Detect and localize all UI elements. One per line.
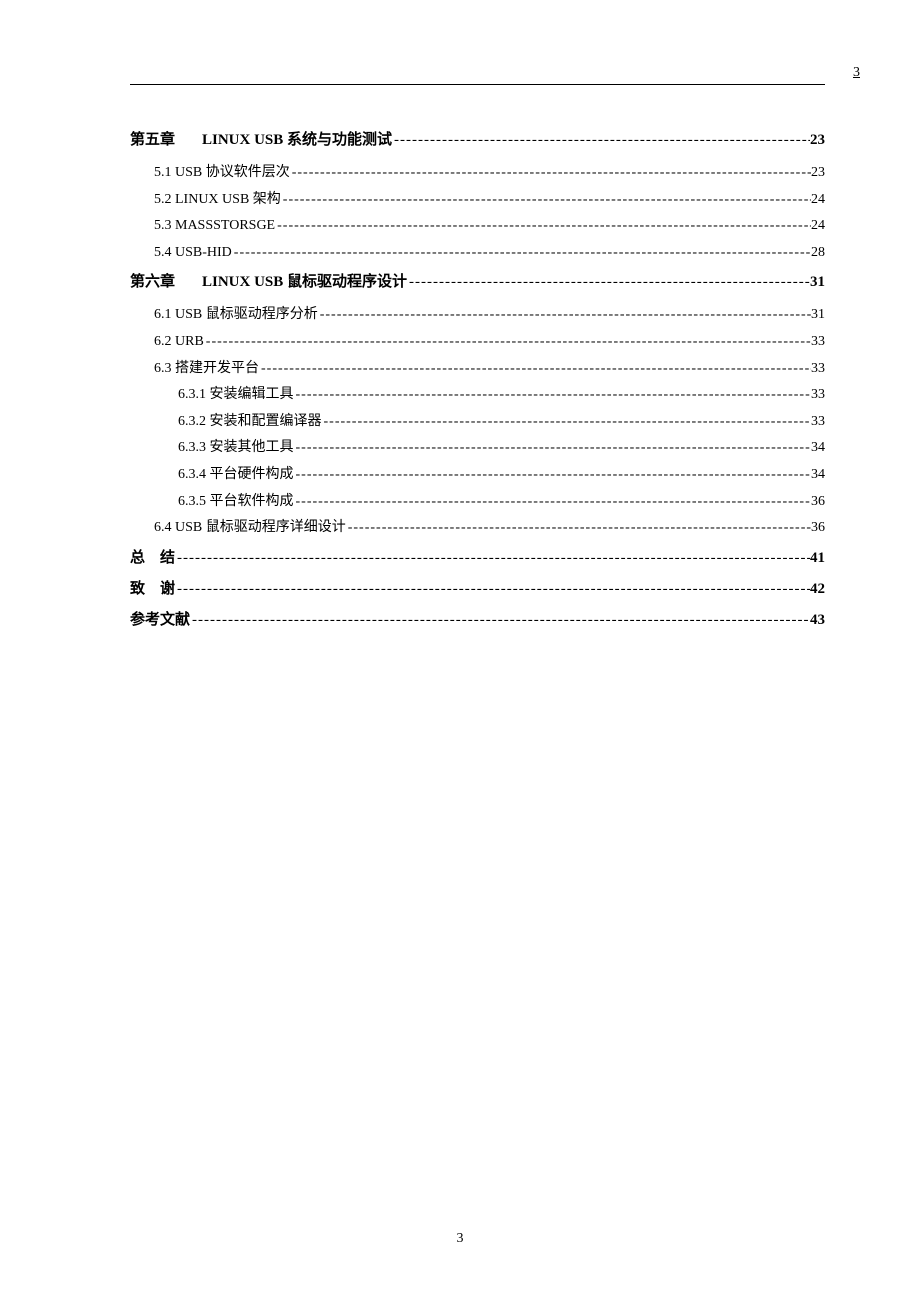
toc-leader-dots: ----------------------------------------… (407, 272, 810, 293)
toc-leader-dots: ----------------------------------------… (259, 359, 811, 379)
toc-entry: 参考文献------------------------------------… (130, 610, 825, 631)
toc-entry-page: 23 (811, 163, 825, 183)
page-number-header: 3 (853, 65, 860, 81)
toc-entry: 6.3.3 安装其他工具----------------------------… (130, 438, 825, 458)
toc-chapter-title: LINUX USB 系统与功能测试 (202, 132, 392, 148)
toc-leader-dots: ----------------------------------------… (204, 332, 811, 352)
toc-entry-page: 24 (811, 190, 825, 210)
toc-entry-page: 31 (811, 305, 825, 325)
toc-entry-label: 6.3.5 平台软件构成 (178, 492, 294, 512)
toc-entry-page: 33 (811, 412, 825, 432)
toc-leader-dots: ----------------------------------------… (175, 548, 810, 569)
toc-entry-page: 36 (811, 492, 825, 512)
page-number-footer: 3 (0, 1231, 920, 1247)
toc-leader-dots: ----------------------------------------… (294, 385, 812, 405)
toc-entry-label: 总 结 (130, 548, 175, 569)
toc-entry: 总 结-------------------------------------… (130, 548, 825, 569)
toc-entry: 5.1 USB 协议软件层次--------------------------… (130, 163, 825, 183)
toc-entry: 致 谢-------------------------------------… (130, 579, 825, 600)
toc-leader-dots: ----------------------------------------… (190, 610, 810, 631)
toc-entry-page: 34 (811, 438, 825, 458)
toc-entry: 6.4 USB 鼠标驱动程序详细设计----------------------… (130, 518, 825, 538)
toc-entry: 6.1 USB 鼠标驱动程序分析------------------------… (130, 305, 825, 325)
toc-entry-page: 33 (811, 332, 825, 352)
toc-entry-label: 第五章LINUX USB 系统与功能测试 (130, 130, 392, 151)
toc-entry-label: 6.4 USB 鼠标驱动程序详细设计 (154, 518, 346, 538)
toc-entry-page: 28 (811, 243, 825, 263)
toc-entry-label: 5.4 USB-HID (154, 243, 232, 263)
toc-entry-page: 43 (810, 610, 825, 631)
toc-chapter-title: LINUX USB 鼠标驱动程序设计 (202, 274, 407, 290)
toc-entry-label: 6.3.2 安装和配置编译器 (178, 412, 322, 432)
toc-entry: 5.3 MASSSTORSGE-------------------------… (130, 216, 825, 236)
toc-leader-dots: ----------------------------------------… (294, 492, 812, 512)
header-rule: 3 (130, 75, 825, 85)
toc-entry-page: 36 (811, 518, 825, 538)
toc-chapter-number: 第五章 (130, 130, 202, 151)
document-page: 3 第五章LINUX USB 系统与功能测试------------------… (0, 0, 920, 1302)
toc-entry: 6.3.1 安装编辑工具----------------------------… (130, 385, 825, 405)
toc-entry-label: 参考文献 (130, 610, 190, 631)
toc-entry-label: 5.3 MASSSTORSGE (154, 216, 275, 236)
toc-entry: 6.3 搭建开发平台------------------------------… (130, 359, 825, 379)
toc-entry-page: 33 (811, 385, 825, 405)
toc-entry-label: 5.1 USB 协议软件层次 (154, 163, 290, 183)
toc-content: 第五章LINUX USB 系统与功能测试--------------------… (130, 90, 825, 631)
toc-leader-dots: ----------------------------------------… (232, 243, 811, 263)
toc-leader-dots: ----------------------------------------… (281, 190, 811, 210)
toc-entry: 第五章LINUX USB 系统与功能测试--------------------… (130, 130, 825, 151)
toc-chapter-number: 第六章 (130, 272, 202, 293)
toc-entry-label: 6.3.1 安装编辑工具 (178, 385, 294, 405)
toc-entry-page: 34 (811, 465, 825, 485)
toc-entry: 6.2 URB---------------------------------… (130, 332, 825, 352)
toc-leader-dots: ----------------------------------------… (294, 465, 812, 485)
toc-entry-page: 42 (810, 579, 825, 600)
toc-entry-label: 第六章LINUX USB 鼠标驱动程序设计 (130, 272, 407, 293)
toc-leader-dots: ----------------------------------------… (322, 412, 812, 432)
toc-entry: 6.3.4 平台硬件构成----------------------------… (130, 465, 825, 485)
toc-leader-dots: ----------------------------------------… (294, 438, 812, 458)
toc-entry-label: 5.2 LINUX USB 架构 (154, 190, 281, 210)
toc-entry-label: 致 谢 (130, 579, 175, 600)
toc-entry-label: 6.3 搭建开发平台 (154, 359, 259, 379)
toc-entry-page: 24 (811, 216, 825, 236)
toc-entry-page: 33 (811, 359, 825, 379)
toc-leader-dots: ----------------------------------------… (392, 130, 810, 151)
toc-entry-label: 6.2 URB (154, 332, 204, 352)
toc-entry-page: 31 (810, 272, 825, 293)
toc-entry-page: 23 (810, 130, 825, 151)
toc-entry: 第六章LINUX USB 鼠标驱动程序设计-------------------… (130, 272, 825, 293)
toc-entry: 5.2 LINUX USB 架构------------------------… (130, 190, 825, 210)
toc-leader-dots: ----------------------------------------… (318, 305, 811, 325)
toc-entry-label: 6.3.3 安装其他工具 (178, 438, 294, 458)
toc-entry: 6.3.2 安装和配置编译器--------------------------… (130, 412, 825, 432)
toc-entry-label: 6.3.4 平台硬件构成 (178, 465, 294, 485)
toc-entry-label: 6.1 USB 鼠标驱动程序分析 (154, 305, 318, 325)
toc-entry: 5.4 USB-HID-----------------------------… (130, 243, 825, 263)
toc-leader-dots: ----------------------------------------… (175, 579, 810, 600)
toc-leader-dots: ----------------------------------------… (290, 163, 811, 183)
toc-leader-dots: ----------------------------------------… (275, 216, 811, 236)
toc-entry-page: 41 (810, 548, 825, 569)
toc-leader-dots: ----------------------------------------… (346, 518, 811, 538)
toc-entry: 6.3.5 平台软件构成----------------------------… (130, 492, 825, 512)
